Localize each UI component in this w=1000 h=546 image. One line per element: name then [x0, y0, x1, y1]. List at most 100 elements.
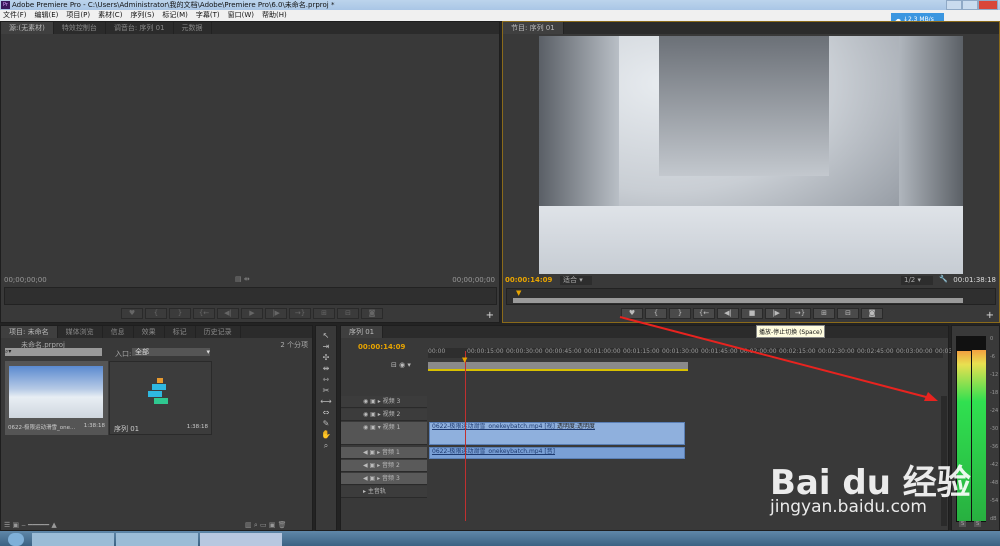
- playhead-icon[interactable]: ▼: [516, 289, 521, 297]
- slide-tool-icon[interactable]: ⇔: [319, 407, 333, 418]
- export-frame-button[interactable]: ◙: [361, 308, 383, 319]
- tab-source[interactable]: 源:(无素材): [1, 22, 54, 34]
- slip-tool-icon[interactable]: ⟷: [319, 396, 333, 407]
- menu-help[interactable]: 帮助(H): [262, 10, 287, 21]
- solo-right-button[interactable]: S: [974, 521, 982, 527]
- playhead-icon[interactable]: ▼: [462, 356, 467, 364]
- export-frame-button[interactable]: ◙: [861, 308, 883, 319]
- fit-dropdown[interactable]: 适合 ▾: [560, 276, 592, 285]
- mark-out-button[interactable]: }: [169, 308, 191, 319]
- insert-button[interactable]: ⊞: [313, 308, 335, 319]
- step-back-button[interactable]: ◀|: [217, 308, 239, 319]
- list-view-icon[interactable]: ☰ ▣ ‒ ━━━━━ ▲: [4, 521, 57, 529]
- search-input[interactable]: ⌕▾: [5, 348, 102, 356]
- track-audio-2[interactable]: ◀ ▣ ▸ 音频 2: [341, 460, 427, 472]
- wrench-icon[interactable]: 🔧: [939, 275, 948, 283]
- rolling-edit-tool-icon[interactable]: ⇹: [319, 363, 333, 374]
- menu-project[interactable]: 项目(P): [66, 10, 90, 21]
- track-video-3[interactable]: ◉ ▣ ▸ 视频 3: [341, 396, 427, 408]
- program-scrubber[interactable]: ▼: [506, 288, 996, 305]
- video-clip[interactable]: 0622-极限运动滑雪_onekeybatch.mp4 [视] 透明度:透明度: [429, 422, 685, 445]
- menu-file[interactable]: 文件(F): [3, 10, 27, 21]
- play-button[interactable]: ▶: [241, 308, 263, 319]
- zoom-tool-icon[interactable]: ⌕: [319, 440, 333, 451]
- menu-sequence[interactable]: 序列(S): [130, 10, 154, 21]
- snap-icon[interactable]: ⊟ ◉ ▾: [391, 361, 411, 369]
- menu-marker[interactable]: 标记(M): [162, 10, 188, 21]
- go-to-in-button[interactable]: {←: [193, 308, 215, 319]
- taskbar-item[interactable]: [32, 533, 114, 546]
- extract-button[interactable]: ⊟: [837, 308, 859, 319]
- frame-icon[interactable]: ▤ ⇹: [235, 275, 250, 283]
- stop-button[interactable]: ■: [741, 308, 763, 319]
- tab-effects[interactable]: 效果: [134, 326, 165, 338]
- tab-markers[interactable]: 标记: [165, 326, 196, 338]
- tab-audio-mixer[interactable]: 调音台: 序列 01: [106, 22, 174, 34]
- menu-window[interactable]: 窗口(W): [228, 10, 254, 21]
- ruler-tick: 00:01:45:00: [701, 348, 738, 355]
- step-forward-button[interactable]: |▶: [265, 308, 287, 319]
- menu-edit[interactable]: 编辑(E): [35, 10, 59, 21]
- mark-in-button[interactable]: {: [645, 308, 667, 319]
- ruler-tick: 00:01:15:00: [623, 348, 660, 355]
- maximize-button[interactable]: [962, 0, 978, 10]
- source-current-timecode: 00;00;00;00: [4, 276, 47, 284]
- source-scrubber[interactable]: [4, 287, 497, 305]
- taskbar-item-premiere[interactable]: [200, 533, 282, 546]
- go-to-out-button[interactable]: →}: [789, 308, 811, 319]
- tab-project[interactable]: 项目: 未命名: [1, 326, 58, 338]
- quality-dropdown[interactable]: 1/2 ▾: [901, 276, 933, 285]
- taskbar-item[interactable]: [116, 533, 198, 546]
- mark-out-button[interactable]: }: [669, 308, 691, 319]
- tab-media-browser[interactable]: 媒体浏览: [58, 326, 103, 338]
- step-forward-button[interactable]: |▶: [765, 308, 787, 319]
- close-button[interactable]: [978, 0, 998, 10]
- lift-button[interactable]: ⊞: [813, 308, 835, 319]
- razor-tool-icon[interactable]: ✂: [319, 385, 333, 396]
- track-video-1[interactable]: ◉ ▣ ▾ 视频 1: [341, 422, 427, 445]
- rate-stretch-tool-icon[interactable]: ⇿: [319, 374, 333, 385]
- work-area-bar[interactable]: [513, 298, 963, 303]
- time-ruler[interactable]: 00:00 00:00:15:00 00:00:30:00 00:00:45:00 00…: [428, 348, 958, 358]
- go-to-in-button[interactable]: {←: [693, 308, 715, 319]
- tab-program[interactable]: 节目: 序列 01: [503, 22, 564, 34]
- tab-effect-controls[interactable]: 特效控制台: [54, 22, 106, 34]
- project-item-sequence[interactable]: 序列 01 1:38:18: [109, 361, 212, 435]
- tab-metadata[interactable]: 元数据: [174, 22, 212, 34]
- menu-title[interactable]: 字幕(T): [196, 10, 220, 21]
- track-master[interactable]: ▸ 主音轨: [341, 486, 427, 498]
- mark-in-button[interactable]: {: [145, 308, 167, 319]
- tab-history[interactable]: 历史记录: [196, 326, 241, 338]
- track-select-tool-icon[interactable]: ⇥: [319, 341, 333, 352]
- tab-sequence[interactable]: 序列 01: [341, 326, 384, 338]
- minimize-button[interactable]: [946, 0, 962, 10]
- track-audio-1[interactable]: ◀ ▣ ▸ 音频 1: [341, 447, 427, 459]
- add-button-icon[interactable]: +: [486, 310, 494, 321]
- audio-clip[interactable]: 0622-极限运动滑雪_onekeybatch.mp4 [音]: [429, 447, 685, 459]
- step-back-button[interactable]: ◀|: [717, 308, 739, 319]
- menu-clip[interactable]: 素材(C): [98, 10, 122, 21]
- track-video-2[interactable]: ◉ ▣ ▸ 视频 2: [341, 409, 427, 421]
- selection-tool-icon[interactable]: ↖: [319, 330, 333, 341]
- ripple-edit-tool-icon[interactable]: ✣: [319, 352, 333, 363]
- ruler-tick: 00:02:45:00: [857, 348, 894, 355]
- marker-button[interactable]: ♥: [121, 308, 143, 319]
- opacity-label: 透明度:透明度: [556, 423, 595, 430]
- in-value: 全部: [135, 348, 149, 356]
- project-actions[interactable]: ▥ ⌕ ▭ ▣ 🗑: [245, 521, 287, 530]
- playhead-line[interactable]: [465, 351, 466, 521]
- start-button[interactable]: [8, 533, 24, 546]
- marker-button[interactable]: ♥: [621, 308, 643, 319]
- program-monitor: 节目: 序列 01 00:00:14:09 适合 ▾ 1/2 ▾ 🔧 00:01…: [502, 21, 1000, 323]
- in-dropdown[interactable]: 全部 ▾: [132, 348, 210, 356]
- track-audio-3[interactable]: ◀ ▣ ▸ 音频 3: [341, 473, 427, 485]
- overwrite-button[interactable]: ⊟: [337, 308, 359, 319]
- pen-tool-icon[interactable]: ✎: [319, 418, 333, 429]
- add-button-icon[interactable]: +: [986, 310, 994, 321]
- project-item-clip[interactable]: 0622-极限运动滑雪_one... 1:38:18: [5, 361, 108, 435]
- solo-left-button[interactable]: S: [959, 521, 967, 527]
- go-to-out-button[interactable]: →}: [289, 308, 311, 319]
- tab-info[interactable]: 信息: [103, 326, 134, 338]
- tools-panel: ↖ ⇥ ✣ ⇹ ⇿ ✂ ⟷ ⇔ ✎ ✋ ⌕: [315, 325, 337, 531]
- hand-tool-icon[interactable]: ✋: [319, 429, 333, 440]
